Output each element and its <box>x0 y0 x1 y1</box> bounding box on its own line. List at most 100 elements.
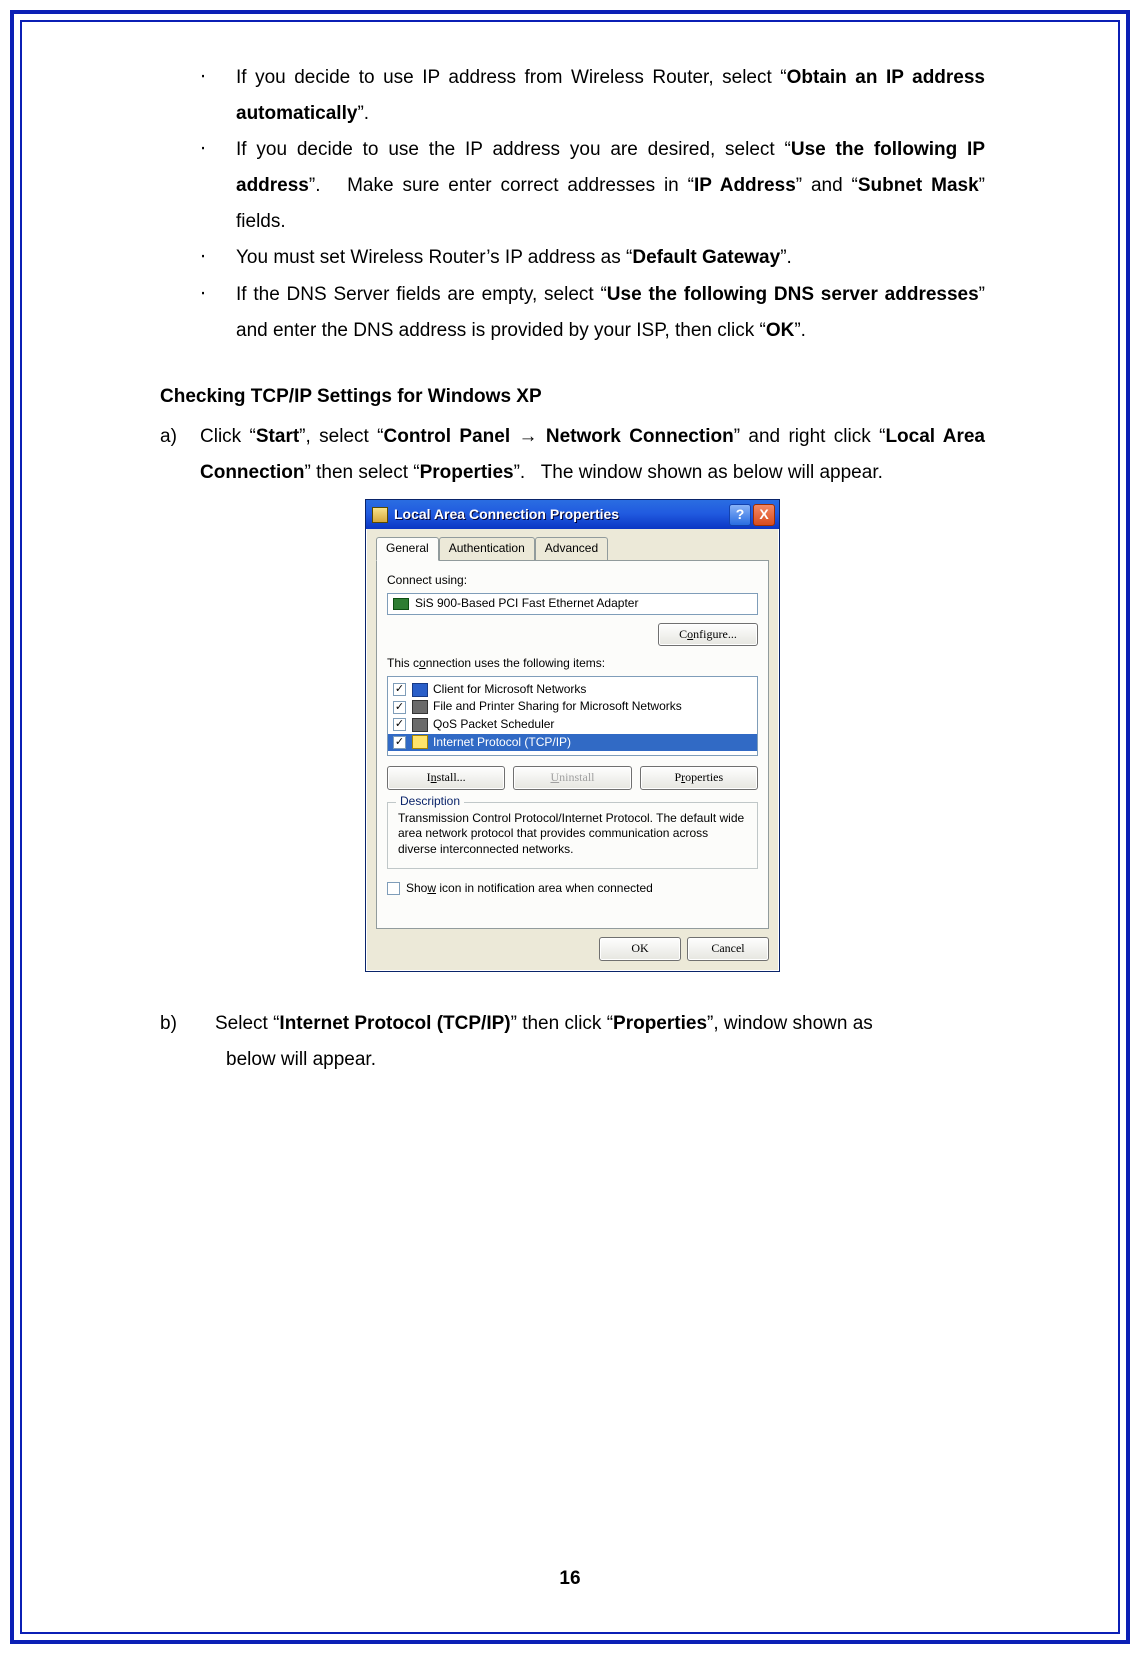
text: Click “ <box>200 426 256 447</box>
text: You must set Wireless Router’s IP addres… <box>236 247 632 268</box>
cancel-button[interactable]: Cancel <box>687 937 769 961</box>
configure-button[interactable]: Configure... <box>658 623 758 647</box>
bullet-glyph: ‧ <box>200 240 236 276</box>
text: Sho <box>406 881 427 895</box>
text-bold: Internet Protocol (TCP/IP) <box>279 1013 510 1034</box>
install-button[interactable]: Install... <box>387 766 505 790</box>
document-content: ‧ If you decide to use IP address from W… <box>160 60 985 1078</box>
help-button[interactable]: ? <box>729 504 751 526</box>
dialog-body: General Authentication Advanced Connect … <box>366 529 779 929</box>
text: operties <box>685 770 723 784</box>
text: This c <box>387 656 419 670</box>
text: ”, select “ <box>299 426 383 447</box>
bullet-item: ‧ If the DNS Server fields are empty, se… <box>200 277 985 349</box>
arrow-icon: → <box>518 426 537 447</box>
text: icon in notification area when connected <box>436 881 653 895</box>
text: If you decide to use IP address from Wir… <box>236 67 787 88</box>
adapter-name: SiS 900-Based PCI Fast Ethernet Adapter <box>415 596 638 612</box>
list-item[interactable]: QoS Packet Scheduler <box>388 716 757 734</box>
text: ninstall <box>559 770 594 784</box>
text-bold: Network Connection <box>537 426 733 447</box>
bullet-glyph: ‧ <box>200 132 236 240</box>
text-bold: Default Gateway <box>632 247 780 268</box>
checkbox-icon[interactable] <box>393 736 406 749</box>
service-icon <box>412 700 428 714</box>
tab-general[interactable]: General <box>376 537 439 561</box>
xp-properties-dialog: Local Area Connection Properties ? X Gen… <box>365 499 780 972</box>
nic-icon <box>393 598 409 610</box>
text: If you decide to use the IP address you … <box>236 139 791 160</box>
service-icon <box>412 718 428 732</box>
uninstall-button: Uninstall <box>513 766 631 790</box>
text: nnection uses the following items: <box>426 656 605 670</box>
description-text: Transmission Control Protocol/Internet P… <box>398 811 747 858</box>
text: ” then click “ <box>511 1013 613 1034</box>
bullet-glyph: ‧ <box>200 60 236 132</box>
step-label: b) <box>160 1006 215 1042</box>
text: ”. <box>357 103 369 124</box>
description-legend: Description <box>396 794 464 810</box>
bullet-text: If the DNS Server fields are empty, sele… <box>236 277 985 349</box>
section-heading: Checking TCP/IP Settings for Windows XP <box>160 379 985 415</box>
text: ”. <box>780 247 792 268</box>
page-number: 16 <box>0 1568 1140 1590</box>
text-bold: Properties <box>613 1013 707 1034</box>
step-label: a) <box>160 419 200 491</box>
item-label: Client for Microsoft Networks <box>433 682 586 698</box>
ok-button[interactable]: OK <box>599 937 681 961</box>
text-bold: Properties <box>420 462 514 483</box>
text: ” and “ <box>796 175 858 196</box>
protocol-icon <box>412 735 428 749</box>
checkbox-icon[interactable] <box>393 683 406 696</box>
text: w <box>427 881 436 895</box>
checkbox-icon[interactable] <box>393 701 406 714</box>
connect-using-label: Connect using: <box>387 573 758 589</box>
step-a: a) Click “Start”, select “Control Panel … <box>160 419 985 491</box>
text: ” then select “ <box>305 462 420 483</box>
bullet-text: You must set Wireless Router’s IP addres… <box>236 240 985 276</box>
text: If the DNS Server fields are empty, sele… <box>236 284 607 305</box>
description-groupbox: Description Transmission Control Protoco… <box>387 802 758 869</box>
step-b: b) Select “Internet Protocol (TCP/IP)” t… <box>160 1006 985 1042</box>
bullet-glyph: ‧ <box>200 277 236 349</box>
text: ”. <box>794 320 806 341</box>
item-label: File and Printer Sharing for Microsoft N… <box>433 699 682 715</box>
tab-row: General Authentication Advanced <box>376 537 769 561</box>
checkbox-icon[interactable] <box>393 718 406 731</box>
list-item[interactable]: File and Printer Sharing for Microsoft N… <box>388 698 757 716</box>
bullet-text: If you decide to use IP address from Wir… <box>236 60 985 132</box>
bullet-item: ‧ If you decide to use IP address from W… <box>200 60 985 132</box>
text: o <box>419 656 426 670</box>
text-bold: Control Panel <box>384 426 519 447</box>
properties-button[interactable]: Properties <box>640 766 758 790</box>
text: ”. Make sure enter correct addresses in … <box>309 175 694 196</box>
step-text: Click “Start”, select “Control Panel → N… <box>200 419 985 491</box>
dialog-title: Local Area Connection Properties <box>394 505 727 523</box>
step-b-continuation: below will appear. <box>226 1042 985 1078</box>
text: C <box>679 627 687 641</box>
text-bold: Use the following DNS server addresses <box>607 284 979 305</box>
close-button[interactable]: X <box>753 504 775 526</box>
items-label: This connection uses the following items… <box>387 656 758 672</box>
bullet-item: ‧ If you decide to use the IP address yo… <box>200 132 985 240</box>
show-icon-label: Show icon in notification area when conn… <box>406 881 653 897</box>
checkbox-icon[interactable] <box>387 882 400 895</box>
list-item-selected[interactable]: Internet Protocol (TCP/IP) <box>388 734 757 752</box>
text-bold: OK <box>766 320 795 341</box>
bullet-text: If you decide to use the IP address you … <box>236 132 985 240</box>
text: ”, window shown as <box>707 1013 873 1034</box>
adapter-field[interactable]: SiS 900-Based PCI Fast Ethernet Adapter <box>387 593 758 615</box>
item-label: Internet Protocol (TCP/IP) <box>433 735 571 751</box>
list-item[interactable]: Client for Microsoft Networks <box>388 681 757 699</box>
network-icon <box>372 507 388 523</box>
text: nfigure... <box>693 627 737 641</box>
text-bold: Start <box>256 426 299 447</box>
connection-items-list[interactable]: Client for Microsoft Networks File and P… <box>387 676 758 756</box>
dialog-titlebar[interactable]: Local Area Connection Properties ? X <box>366 499 779 529</box>
text: stall... <box>437 770 466 784</box>
text: ”. The window shown as below will appear… <box>514 462 883 483</box>
show-icon-row[interactable]: Show icon in notification area when conn… <box>387 881 758 897</box>
tab-authentication[interactable]: Authentication <box>439 537 535 560</box>
tab-advanced[interactable]: Advanced <box>535 537 608 560</box>
text: Select “ <box>215 1013 279 1034</box>
